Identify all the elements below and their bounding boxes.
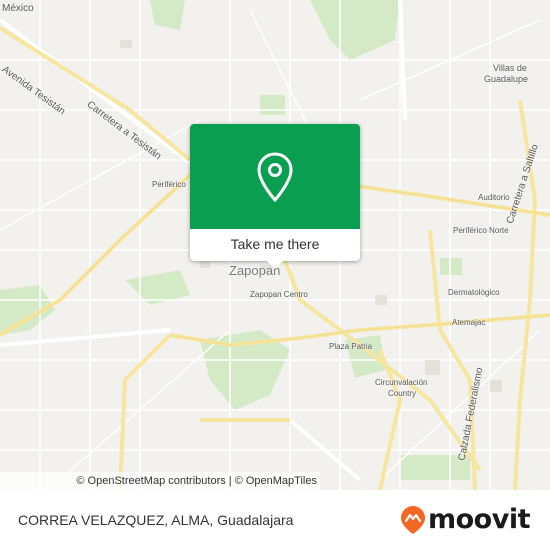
stop-title: CORREA VELAZQUEZ, ALMA, Guadalajara bbox=[18, 512, 294, 528]
place-plaza-patria: Plaza Patria bbox=[329, 342, 373, 351]
place-auditorio: Auditorio bbox=[478, 193, 510, 202]
place-dermatologico: Dermatológico bbox=[448, 288, 500, 297]
road-label-mexico: México bbox=[2, 3, 34, 14]
place-periferico: Periférico bbox=[152, 180, 186, 189]
footer-bar: CORREA VELAZQUEZ, ALMA, Guadalajara moov… bbox=[0, 490, 550, 550]
place-periferico-norte: Periférico Norte bbox=[453, 226, 509, 235]
place-circunvalacion-line1: Circunvalación bbox=[375, 378, 428, 387]
map-view[interactable]: México Avenida Tesistán Carretera a Tesi… bbox=[0, 0, 550, 490]
location-pin-icon bbox=[257, 152, 293, 202]
place-zapopan-centro: Zapopan Centro bbox=[250, 290, 308, 299]
place-atemajac: Atemajac bbox=[452, 318, 486, 327]
popup-caret bbox=[266, 260, 284, 269]
attribution-text[interactable]: © OpenStreetMap contributors | © OpenMap… bbox=[76, 475, 317, 487]
moovit-logo[interactable]: moovit bbox=[400, 504, 531, 535]
place-villas-line2: Guadalupe bbox=[484, 74, 529, 84]
popup-header bbox=[190, 124, 360, 229]
place-circunvalacion-line2: Country bbox=[388, 389, 417, 398]
moovit-pin-icon bbox=[401, 505, 425, 534]
map-attribution: © OpenStreetMap contributors | © OpenMap… bbox=[0, 472, 550, 490]
moovit-wordmark: moovit bbox=[428, 504, 531, 535]
stop-popup: Take me there bbox=[190, 124, 360, 261]
take-me-there-button[interactable]: Take me there bbox=[199, 231, 351, 257]
place-villas-line1: Villas de bbox=[493, 63, 527, 73]
